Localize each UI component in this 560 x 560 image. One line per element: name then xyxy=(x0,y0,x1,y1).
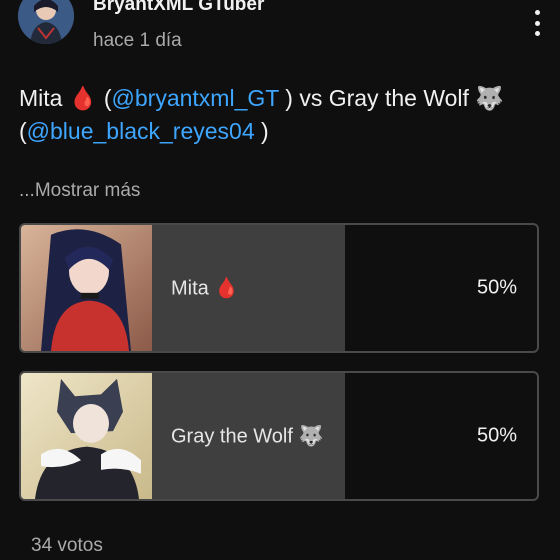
poll-option-label: Mita 🩸 xyxy=(171,277,240,300)
channel-name[interactable]: BryantXML GTuber xyxy=(93,0,264,16)
post-text-part: Mita 🩸 ( xyxy=(19,85,112,111)
mention-link[interactable]: @blue_black_reyes04 xyxy=(27,118,255,144)
mention-link[interactable]: @bryantxml_GT xyxy=(112,85,279,111)
poll-option-percent: 50% xyxy=(476,276,517,299)
poll-option-label: Gray the Wolf 🐺 xyxy=(171,425,324,448)
poll-option-gray-the-wolf[interactable]: Gray the Wolf 🐺 50% xyxy=(19,371,539,501)
poll-option-percent: 50% xyxy=(476,424,517,447)
poll-option-image xyxy=(21,225,152,351)
avatar-illustration xyxy=(18,0,74,44)
post-text: Mita 🩸 (@bryantxml_GT ) vs Gray the Wolf… xyxy=(19,82,544,148)
post-timestamp: hace 1 día xyxy=(93,30,182,51)
avatar[interactable] xyxy=(18,0,74,44)
poll-option-mita[interactable]: Mita 🩸 50% xyxy=(19,223,539,353)
show-more-link[interactable]: ...Mostrar más xyxy=(19,180,140,202)
poll-option-image xyxy=(21,373,152,499)
vote-count: 34 votos xyxy=(31,535,103,556)
post-text-part: ) xyxy=(254,118,269,144)
more-options-icon[interactable] xyxy=(532,10,542,36)
